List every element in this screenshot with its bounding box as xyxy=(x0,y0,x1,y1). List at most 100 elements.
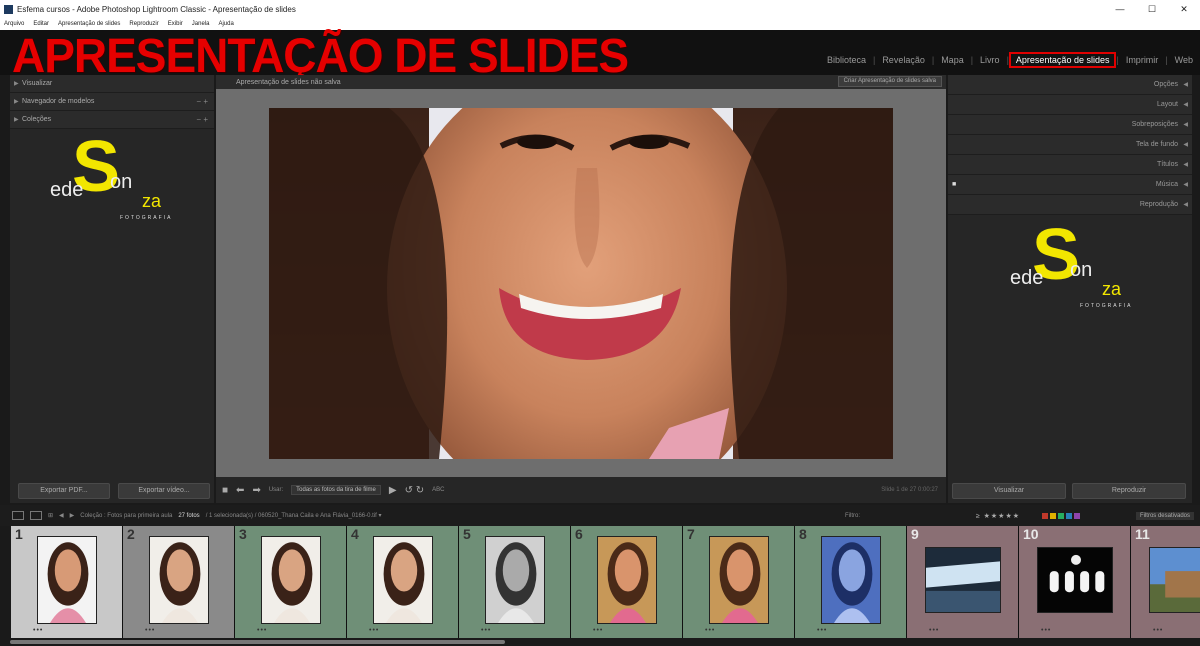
filmstrip-cell[interactable]: 5 ••• xyxy=(459,526,571,638)
module-web[interactable]: Web xyxy=(1168,55,1200,65)
color-swatch[interactable] xyxy=(1074,512,1080,519)
filmstrip-thumbnail[interactable] xyxy=(597,536,657,624)
thumbnail-index: 11 xyxy=(1135,526,1150,542)
thumbnail-index: 10 xyxy=(1023,526,1039,542)
filter-label: Filtro: xyxy=(845,512,860,519)
use-dropdown[interactable]: Todas as fotos da tira de filme xyxy=(291,485,381,495)
module-livro[interactable]: Livro xyxy=(973,55,1007,65)
filmstrip-cell[interactable]: 10 ••• xyxy=(1019,526,1131,638)
panel-layout[interactable]: Layout ◀ xyxy=(948,95,1192,115)
filmstrip-cell[interactable]: 4 ••• xyxy=(347,526,459,638)
filmstrip-cell[interactable]: 11 ••• xyxy=(1131,526,1200,638)
panel-musica[interactable]: ■ Música ◀ xyxy=(948,175,1192,195)
filmstrip-thumbnail[interactable] xyxy=(1037,547,1113,613)
panel-sobreposicoes-label: Sobreposições xyxy=(1131,121,1178,128)
thumbnail-rating-dots: ••• xyxy=(817,627,828,634)
color-swatch[interactable] xyxy=(1058,512,1064,519)
minimize-button[interactable]: — xyxy=(1104,0,1136,18)
add-remove-icon[interactable]: − + xyxy=(196,115,208,124)
filmstrip-cell[interactable]: 3 ••• xyxy=(235,526,347,638)
star-filter[interactable]: ≥ ★★★★★ xyxy=(976,512,1020,520)
module-apresentacao[interactable]: Apresentação de slides xyxy=(1008,52,1117,68)
collapse-triangle-icon: ◀ xyxy=(1183,102,1188,108)
filmstrip-cell[interactable]: 6 ••• xyxy=(571,526,683,638)
filmstrip-thumbnail[interactable] xyxy=(709,536,769,624)
panel-navegador-modelos[interactable]: ▶ Navegador de modelos − + xyxy=(10,93,214,111)
collection-source[interactable]: Coleção : Fotos para primeira aula xyxy=(80,513,172,519)
collapse-triangle-icon: ◀ xyxy=(1183,202,1188,208)
color-swatch[interactable] xyxy=(1066,512,1072,519)
thumbnail-index: 9 xyxy=(911,526,919,542)
left-panel: ▶ Visualizar ▶ Navegador de modelos − + … xyxy=(10,75,214,503)
back-arrow-icon[interactable]: ◀ xyxy=(59,512,64,519)
color-label-filter[interactable] xyxy=(1042,512,1080,519)
filmstrip-cell[interactable]: 8 ••• xyxy=(795,526,907,638)
grid-icon[interactable]: ⊞ xyxy=(48,512,53,519)
collapse-triangle-icon: ◀ xyxy=(1183,162,1188,168)
thumbnail-index: 2 xyxy=(127,526,135,542)
previous-arrow-icon[interactable]: ⬅ xyxy=(236,485,244,496)
filmstrip-cell[interactable]: 7 ••• xyxy=(683,526,795,638)
selection-info[interactable]: / 1 selecionada(s) / 060520_Thana Caila … xyxy=(206,512,382,519)
filmstrip-scrollbar[interactable] xyxy=(0,638,1200,646)
color-swatch[interactable] xyxy=(1042,512,1048,519)
filmstrip-thumbnail[interactable] xyxy=(925,547,1001,613)
slideshow-name: Apresentação de slides não salva xyxy=(236,78,341,86)
filmstrip-cell[interactable]: 9 ••• xyxy=(907,526,1019,638)
add-remove-icon[interactable]: − + xyxy=(196,97,208,106)
color-swatch[interactable] xyxy=(1050,512,1056,519)
thumbnail-index: 4 xyxy=(351,526,359,542)
add-text-button[interactable]: ABC xyxy=(432,487,444,493)
panel-titulos-label: Títulos xyxy=(1156,161,1178,168)
module-imprimir[interactable]: Imprimir xyxy=(1119,55,1166,65)
panel-titulos[interactable]: Títulos ◀ xyxy=(948,155,1192,175)
thumbnail-rating-dots: ••• xyxy=(593,627,604,634)
filmstrip-thumbnail[interactable] xyxy=(37,536,97,624)
play-icon[interactable]: ▶ xyxy=(389,485,397,496)
use-label: Usar: xyxy=(268,487,284,493)
create-saved-slideshow-button[interactable]: Criar Apresentação de slides salva xyxy=(837,76,942,87)
close-button[interactable]: ✕ xyxy=(1168,0,1200,18)
window-title: Esfema cursos - Adobe Photoshop Lightroo… xyxy=(17,4,296,14)
forward-arrow-icon[interactable]: ▶ xyxy=(70,512,75,519)
module-biblioteca[interactable]: Biblioteca xyxy=(820,55,873,65)
panel-reproducao-label: Reprodução xyxy=(1139,201,1178,208)
export-pdf-button[interactable]: Exportar PDF... xyxy=(18,483,110,499)
thumbnail-index: 8 xyxy=(799,526,807,542)
filmstrip-toolbar: ⊞ ◀ ▶ Coleção : Fotos para primeira aula… xyxy=(0,505,1200,526)
filmstrip-cell[interactable]: 2 ••• xyxy=(123,526,235,638)
panel-sobreposicoes[interactable]: Sobreposições ◀ xyxy=(948,115,1192,135)
thumbnail-rating-dots: ••• xyxy=(1153,627,1164,634)
panel-tela-fundo[interactable]: Tela de fundo ◀ xyxy=(948,135,1192,155)
filmstrip-thumbnail[interactable] xyxy=(1149,547,1200,613)
preview-button[interactable]: Visualizar xyxy=(952,483,1066,499)
filmstrip-thumbnail[interactable] xyxy=(485,536,545,624)
filmstrip-thumbnail[interactable] xyxy=(149,536,209,624)
maximize-button[interactable]: ☐ xyxy=(1136,0,1168,18)
filmstrip-thumbnail[interactable] xyxy=(373,536,433,624)
module-mapa[interactable]: Mapa xyxy=(934,55,971,65)
next-arrow-icon[interactable]: ➡ xyxy=(252,485,260,496)
play-button[interactable]: Reproduzir xyxy=(1072,483,1186,499)
collapse-triangle-icon: ◀ xyxy=(1183,122,1188,128)
rotate-icon[interactable]: ↺ ↻ xyxy=(405,485,425,496)
export-video-button[interactable]: Exportar vídeo... xyxy=(118,483,210,499)
thumbnail-index: 6 xyxy=(575,526,583,542)
filmstrip-thumbnail[interactable] xyxy=(821,536,881,624)
secondary-window-icon[interactable] xyxy=(30,511,42,520)
panel-opcoes[interactable]: Opções ◀ xyxy=(948,75,1192,95)
scrollbar-thumb[interactable] xyxy=(10,640,505,644)
thumbnail-rating-dots: ••• xyxy=(1041,627,1052,634)
panel-reproducao[interactable]: Reprodução ◀ xyxy=(948,195,1192,215)
panel-visualizar[interactable]: ▶ Visualizar xyxy=(10,75,214,93)
filters-off-dropdown[interactable]: Filtros desativados xyxy=(1135,511,1194,520)
filmstrip-thumbnail[interactable] xyxy=(261,536,321,624)
filmstrip-cell[interactable]: 1 ••• xyxy=(11,526,123,638)
panel-musica-label: Música xyxy=(1155,181,1178,188)
primary-window-icon[interactable] xyxy=(12,511,24,520)
module-revelacao[interactable]: Revelação xyxy=(875,55,932,65)
stop-icon[interactable]: ■ xyxy=(222,485,228,496)
panel-tela-fundo-label: Tela de fundo xyxy=(1135,141,1178,148)
panel-opcoes-label: Opções xyxy=(1153,81,1178,88)
enable-toggle-icon[interactable]: ■ xyxy=(952,181,956,188)
